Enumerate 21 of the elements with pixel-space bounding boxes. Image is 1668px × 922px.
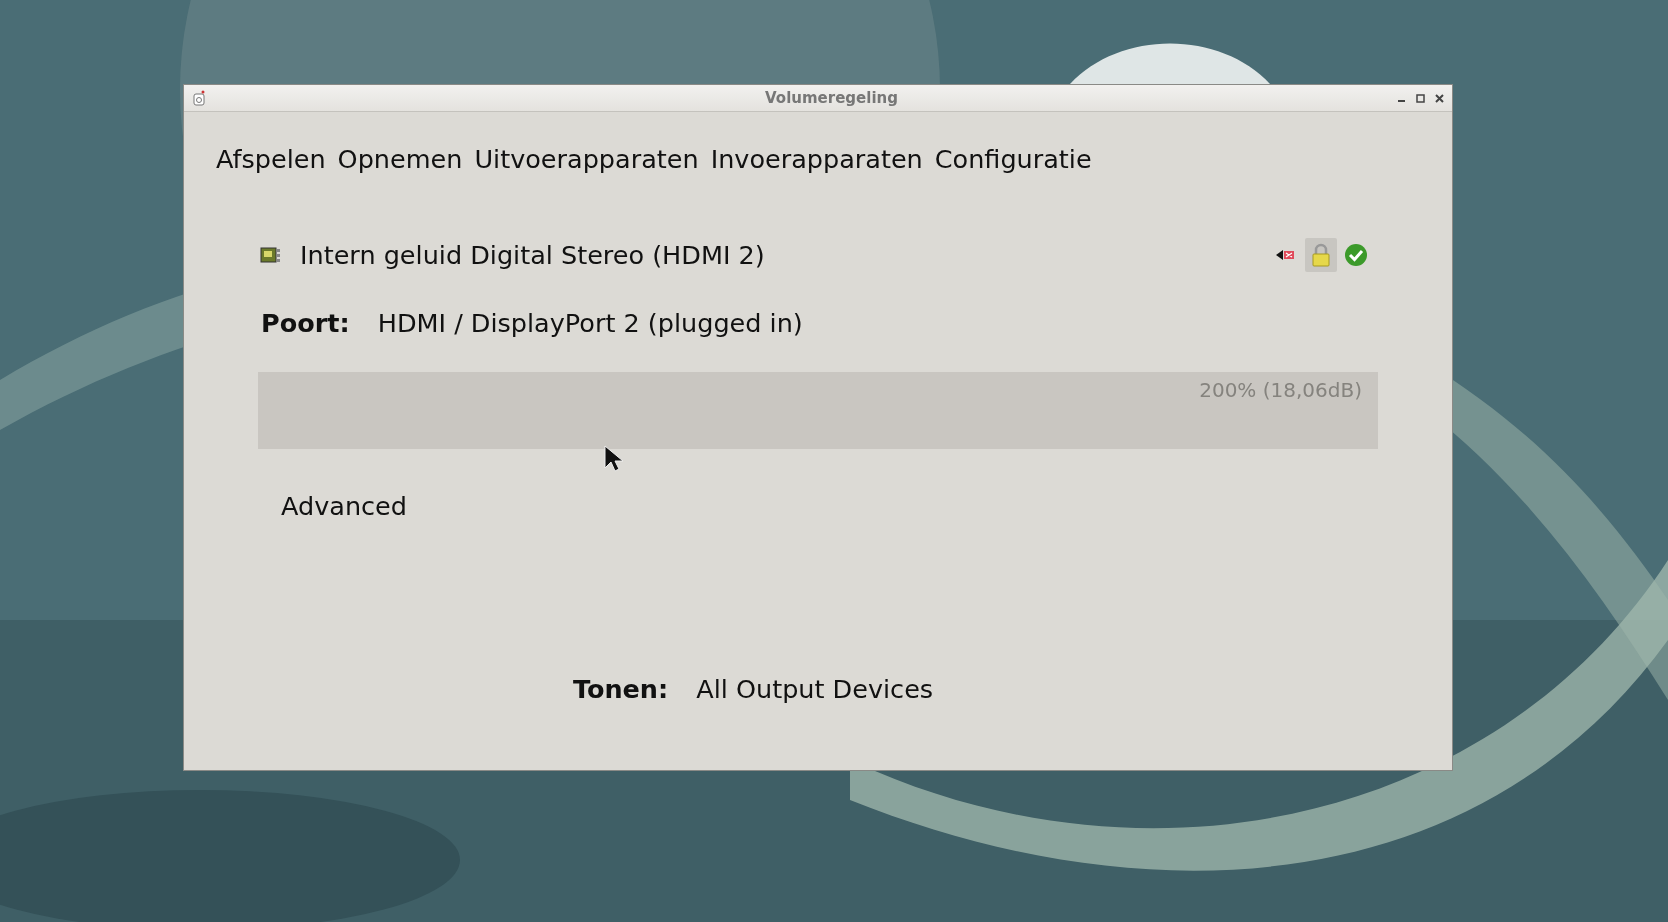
tab[interactable]: Opnemen <box>337 144 463 174</box>
volume-reading: 200% (18,06dB) <box>1199 378 1362 402</box>
tab[interactable]: Configuratie <box>934 144 1092 174</box>
advanced-expander[interactable]: Advanced <box>281 491 407 521</box>
speaker-muted-icon <box>1275 248 1297 262</box>
maximize-icon[interactable] <box>1416 93 1425 103</box>
port-value[interactable]: HDMI / DisplayPort 2 (plugged in) <box>377 308 803 338</box>
sound-card-icon <box>260 246 282 264</box>
mouse-cursor-icon <box>603 444 625 474</box>
tab[interactable]: Afspelen <box>216 144 326 174</box>
device-name: Intern geluid Digital Stereo (HDMI 2) <box>300 240 766 270</box>
port-label: Poort: <box>261 308 350 338</box>
tab[interactable]: Invoerapparaten <box>710 144 923 174</box>
window-title: Volumeregeling <box>764 89 899 107</box>
close-icon[interactable] <box>1435 93 1444 103</box>
check-icon <box>1344 243 1368 267</box>
filter-label: Tonen: <box>572 674 669 704</box>
app-icon <box>192 90 206 106</box>
tab[interactable]: Uitvoerapparaten <box>474 144 699 174</box>
filter-value[interactable]: All Output Devices <box>696 674 934 704</box>
lock-icon <box>1311 243 1331 267</box>
